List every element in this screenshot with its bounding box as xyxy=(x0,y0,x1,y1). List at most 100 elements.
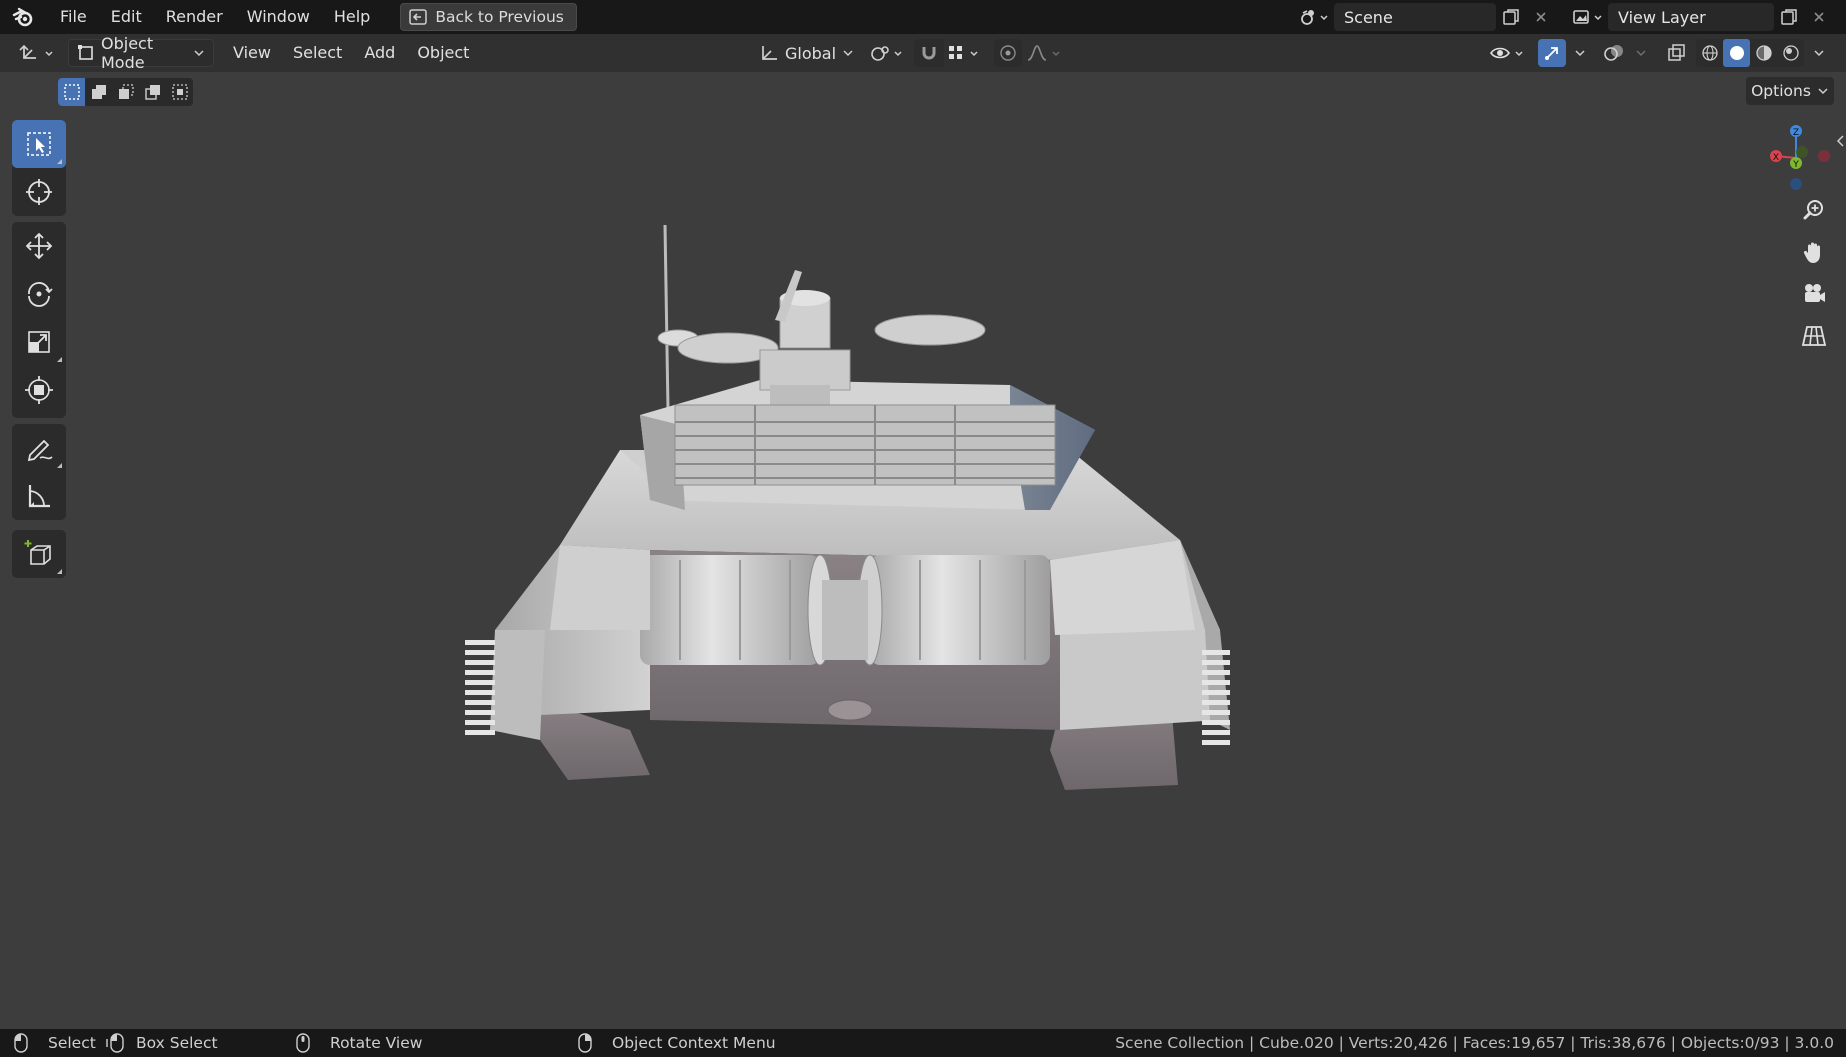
scene-browse-button[interactable] xyxy=(1294,3,1334,31)
perspective-grid-icon[interactable] xyxy=(1794,316,1834,356)
material-preview-shading-icon[interactable] xyxy=(1750,39,1777,67)
shading-options-chevron-icon[interactable] xyxy=(1808,39,1830,67)
svg-text:Y: Y xyxy=(1792,160,1799,170)
chevron-down-icon xyxy=(1817,86,1829,96)
transform-tool-icon[interactable] xyxy=(12,366,66,414)
pan-hand-icon[interactable] xyxy=(1794,232,1834,272)
scene-statistics: Scene Collection | Cube.020 | Verts:20,4… xyxy=(1115,1034,1834,1052)
menu-window[interactable]: Window xyxy=(235,0,322,34)
proportional-editing-icon[interactable] xyxy=(994,39,1022,67)
mouse-drag-icon xyxy=(106,1033,128,1053)
right-fuel-drum xyxy=(857,554,1050,666)
menu-help[interactable]: Help xyxy=(322,0,382,34)
status-select-hint: Select xyxy=(14,1029,96,1057)
toolbar-transform-group xyxy=(12,222,66,418)
scale-tool-icon[interactable] xyxy=(12,318,66,366)
status-context-menu-hint: Object Context Menu xyxy=(578,1029,776,1057)
options-label: Options xyxy=(1751,82,1811,100)
cursor-tool-icon[interactable] xyxy=(12,168,66,216)
camera-view-icon[interactable] xyxy=(1794,274,1834,314)
close-scene-icon[interactable] xyxy=(1526,3,1556,31)
view-layer-browse-button[interactable] xyxy=(1568,3,1608,31)
select-extend-mode-icon[interactable] xyxy=(85,78,112,106)
overlays-toggle-icon[interactable] xyxy=(1600,39,1628,67)
new-view-layer-icon[interactable] xyxy=(1774,3,1804,31)
visibility-eye-icon[interactable] xyxy=(1488,39,1530,67)
shading-mode-group xyxy=(1696,39,1804,67)
back-to-previous-label: Back to Previous xyxy=(435,8,564,26)
chevron-down-icon xyxy=(842,48,854,58)
select-intersect-mode-icon[interactable] xyxy=(166,78,193,106)
scene-name-field[interactable]: Scene xyxy=(1334,3,1496,31)
editor-type-button[interactable] xyxy=(10,39,62,67)
select-new-mode-icon[interactable] xyxy=(58,78,85,106)
gizmo-toggle-icon[interactable] xyxy=(1538,39,1566,67)
object-mode-label: Object Mode xyxy=(101,34,154,72)
mouse-left-icon xyxy=(14,1033,28,1053)
chevron-down-icon xyxy=(193,48,205,58)
proportional-falloff-button[interactable] xyxy=(1024,39,1066,67)
left-track-teeth xyxy=(465,640,495,735)
select-invert-mode-icon[interactable] xyxy=(139,78,166,106)
selection-mode-group xyxy=(58,78,193,106)
close-view-layer-icon[interactable] xyxy=(1804,3,1834,31)
select-subtract-mode-icon[interactable] xyxy=(112,78,139,106)
tank-3d-model[interactable] xyxy=(450,210,1250,810)
status-bar: Select Box Select Rotate View Object Con… xyxy=(0,1029,1846,1057)
snap-toggle-magnet-icon[interactable] xyxy=(914,39,944,67)
measure-tool-icon[interactable] xyxy=(12,472,66,520)
blender-logo-icon[interactable] xyxy=(0,0,48,34)
zoom-view-icon[interactable] xyxy=(1794,190,1834,230)
object-mode-icon xyxy=(77,44,95,62)
select-box-tool-icon[interactable] xyxy=(12,120,66,168)
svg-text:X: X xyxy=(1773,153,1779,163)
options-dropdown[interactable]: Options xyxy=(1746,77,1834,105)
menu-file[interactable]: File xyxy=(48,0,99,34)
view-layer-name-field[interactable]: View Layer xyxy=(1608,3,1774,31)
object-mode-dropdown[interactable]: Object Mode xyxy=(68,34,214,72)
toolbar-annotate-group xyxy=(12,424,66,520)
snap-target-button[interactable] xyxy=(944,39,988,67)
menu-add[interactable]: Add xyxy=(353,34,406,72)
view-layer-selector: View Layer xyxy=(1568,3,1834,31)
back-to-previous-button[interactable]: Back to Previous xyxy=(400,3,577,31)
status-box-select-hint: Box Select xyxy=(106,1029,218,1057)
status-box-select-label: Box Select xyxy=(136,1034,218,1052)
mouse-middle-icon xyxy=(296,1033,310,1053)
mouse-right-icon xyxy=(578,1033,592,1053)
wireframe-shading-icon[interactable] xyxy=(1696,39,1723,67)
menu-render[interactable]: Render xyxy=(154,0,235,34)
move-tool-icon[interactable] xyxy=(12,222,66,270)
scene-selector: Scene xyxy=(1294,3,1556,31)
toolbar-select-group xyxy=(12,120,66,216)
left-fuel-drum xyxy=(640,554,833,666)
transform-orientation-dropdown[interactable]: Global xyxy=(750,39,858,67)
rotate-tool-icon[interactable] xyxy=(12,270,66,318)
orientation-axes-icon xyxy=(759,44,779,62)
menu-edit[interactable]: Edit xyxy=(99,0,154,34)
top-menu-bar: File Edit Render Window Help Back to Pre… xyxy=(0,0,1846,34)
rendered-shading-icon[interactable] xyxy=(1777,39,1804,67)
new-scene-icon[interactable] xyxy=(1496,3,1526,31)
gizmo-dropdown-chevron-icon[interactable] xyxy=(1568,39,1592,67)
status-rotate-view-hint: Rotate View xyxy=(296,1029,422,1057)
back-arrow-icon xyxy=(409,9,428,25)
orientation-label: Global xyxy=(785,43,837,63)
menu-view[interactable]: View xyxy=(222,34,282,72)
pivot-point-button[interactable] xyxy=(868,39,908,67)
status-context-menu-label: Object Context Menu xyxy=(612,1034,776,1052)
solid-shading-icon[interactable] xyxy=(1723,39,1750,67)
menu-select[interactable]: Select xyxy=(282,34,353,72)
viewport-header: Object Mode View Select Add Object Globa… xyxy=(0,34,1846,72)
toolbar-add-group xyxy=(12,530,66,578)
menu-object[interactable]: Object xyxy=(406,34,480,72)
svg-text:Z: Z xyxy=(1793,128,1799,138)
overlays-dropdown-chevron-icon[interactable] xyxy=(1630,39,1652,67)
status-rotate-view-label: Rotate View xyxy=(330,1034,423,1052)
annotate-tool-icon[interactable] xyxy=(12,424,66,472)
status-select-label: Select xyxy=(48,1034,96,1052)
xray-toggle-icon[interactable] xyxy=(1662,39,1690,67)
add-cube-tool-icon[interactable] xyxy=(12,530,66,578)
navigation-gizmo[interactable]: Z X Y xyxy=(1760,118,1838,196)
sidebar-toggle-chevron-icon[interactable] xyxy=(1834,132,1846,150)
